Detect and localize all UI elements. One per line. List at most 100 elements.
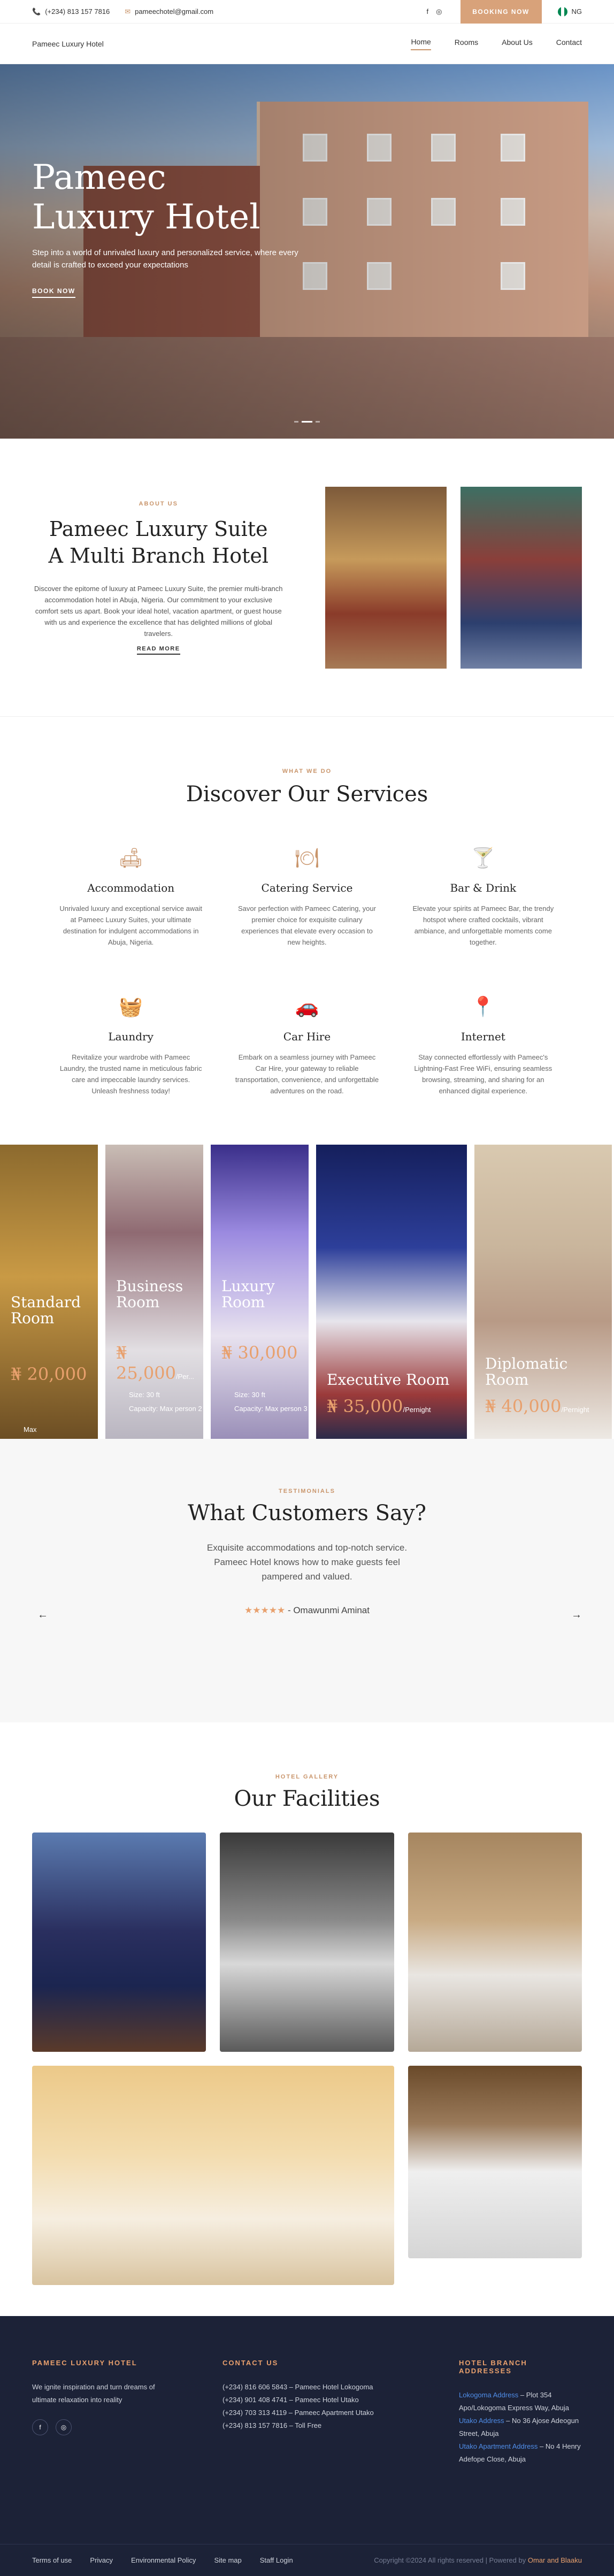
footer-brand-text: We ignite inspiration and turn dreams of… [32,2383,155,2404]
phone-link[interactable]: 📞 (+234) 813 157 7816 [32,7,110,16]
testimonial-quote: Exquisite accommodations and top-notch s… [206,1543,408,1582]
nav-about[interactable]: About Us [502,38,533,50]
facebook-icon[interactable]: f [32,2419,48,2435]
instagram-icon[interactable]: ◎ [56,2419,72,2435]
laundry-icon: 🧺 [119,995,143,1017]
email-link[interactable]: ✉ pameechotel@gmail.com [125,7,213,16]
service-card: 📍 Internet Stay connected effortlessly wit… [411,993,555,1097]
location-icon: 📍 [471,995,495,1017]
cocktail-icon: 🍸 [471,847,495,869]
about-section: ABOUT US Pameec Luxury Suite A Multi Bran… [0,439,614,717]
about-text: Discover the epitome of luxury at Pameec… [34,584,283,638]
room-card-executive[interactable]: Executive Room ₦ 35,000/Pernight [316,1145,467,1439]
read-more-link[interactable]: READ MORE [136,646,180,655]
privacy-link[interactable]: Privacy [90,2556,113,2564]
gallery-image[interactable] [408,2066,582,2258]
top-bar: 📞 (+234) 813 157 7816 ✉ pameechotel@gmail.… [0,0,614,24]
service-name: Accommodation [87,881,175,894]
nav-home[interactable]: Home [411,37,431,50]
footer-bottom: Terms of use Privacy Environmental Polic… [0,2544,614,2576]
service-name: Bar & Drink [450,881,517,894]
about-title: Pameec Luxury Suite A Multi Branch Hotel [48,517,268,568]
sofa-icon: 🛋 [118,847,143,869]
branch-link[interactable]: Utako Address [459,2417,504,2425]
gallery-image[interactable] [408,1833,582,2052]
environmental-policy-link[interactable]: Environmental Policy [131,2556,196,2564]
next-arrow-icon[interactable]: → [571,1609,582,1621]
footer-brand-title: PAMEEC LUXURY HOTEL [32,2359,137,2367]
branch-link[interactable]: Utako Apartment Address [459,2442,538,2450]
nigeria-flag-icon[interactable] [557,6,567,17]
gallery-image[interactable] [32,1833,206,2052]
nav-rooms[interactable]: Rooms [455,38,478,50]
car-icon: 🚗 [295,995,319,1017]
phone-icon: 📞 [32,7,41,16]
book-now-button[interactable]: BOOK NOW [32,287,75,298]
footer-phone[interactable]: (+234) 703 313 4119 – Pameec Apartment U… [222,2406,459,2419]
gallery-eyebrow: HOTEL GALLERY [275,1774,339,1780]
copyright: Copyright ©2024 All rights reserved | Po… [374,2556,582,2564]
footer-phone[interactable]: (+234) 813 157 7816 – Toll Free [222,2419,459,2432]
service-text: Elevate your spirits at Pameec Bar, the … [412,904,554,946]
footer-phone[interactable]: (+234) 901 408 4741 – Pameec Hotel Utako [222,2394,459,2406]
service-text: Unrivaled luxury and exceptional service… [59,904,202,946]
service-card: 🧺 Laundry Revitalize your wardrobe with Pa… [59,993,203,1097]
room-card-business[interactable]: Business Room ₦ 25,000/Per... Size: 30 ft… [105,1145,203,1439]
service-card: 🍽 Catering Service Savor perfection with P… [235,844,379,948]
language-selector[interactable]: NG [572,7,582,16]
footer-contact-title: CONTACT US [222,2359,279,2367]
branch-address: Utako Apartment Address – No 4 Henry Ade… [459,2442,581,2463]
footer: PAMEEC LUXURY HOTEL We ignite inspiratio… [0,2316,614,2576]
service-card: 🛋 Accommodation Unrivaled luxury and excep… [59,844,203,948]
service-text: Stay connected effortlessly with Pameec'… [414,1053,552,1095]
service-name: Catering Service [261,881,353,894]
main-nav: Pameec Luxury Hotel Home Rooms About Us … [0,24,614,64]
gallery-image[interactable] [220,1833,394,2052]
branch-address: Utako Address – No 36 Ajose Adeogun Stre… [459,2417,579,2437]
bar-photo [461,486,582,669]
instagram-icon[interactable]: ◎ [436,7,442,16]
staff-login-link[interactable]: Staff Login [260,2556,293,2564]
mail-icon: ✉ [125,7,131,16]
hero-text: Step into a world of unrivaled luxury an… [32,248,298,270]
room-card-diplomatic[interactable]: Diplomatic Room ₦ 40,000/Pernight [474,1145,612,1439]
testimonial-author: - Omawunmi Aminat [287,1605,370,1615]
dining-icon: 🍽 [295,847,319,869]
branch-link[interactable]: Lokogoma Address [459,2391,518,2399]
gallery-image[interactable] [32,2066,394,2285]
room-card-standard[interactable]: Standard Room ₦ 20,000 Max [0,1145,98,1439]
service-name: Car Hire [283,1030,331,1043]
service-name: Internet [461,1030,505,1043]
testimonials-section: TESTIMONIALS What Customers Say? Exquisi… [0,1439,614,1722]
slider-dots[interactable] [0,421,614,423]
service-card: 🍸 Bar & Drink Elevate your spirits at Pame… [411,844,555,948]
service-card: 🚗 Car Hire Embark on a seamless journey wi… [235,993,379,1097]
sitemap-link[interactable]: Site map [214,2556,241,2564]
about-eyebrow: ABOUT US [139,500,178,507]
footer-branch-title: HOTEL BRANCH ADDRESSES [459,2359,527,2375]
testimonials-title: What Customers Say? [188,1501,426,1525]
services-title: Discover Our Services [186,782,428,807]
footer-phone[interactable]: (+234) 816 606 5843 – Pameec Hotel Lokog… [222,2381,459,2394]
nav-contact[interactable]: Contact [556,38,582,50]
terms-link[interactable]: Terms of use [32,2556,72,2564]
testimonials-eyebrow: TESTIMONIALS [279,1488,335,1494]
service-text: Savor perfection with Pameec Catering, y… [238,904,376,946]
hero-title: Pameec Luxury Hotel [32,158,260,237]
services-eyebrow: WHAT WE DO [282,768,332,775]
gallery-section: HOTEL GALLERY Our Facilities [0,1722,614,2316]
service-text: Embark on a seamless journey with Pameec… [235,1053,379,1095]
booking-now-button[interactable]: BOOKING NOW [460,0,542,24]
service-text: Revitalize your wardrobe with Pameec Lau… [59,1053,202,1095]
rating-stars: ★★★★★ [244,1605,286,1615]
room-card-luxury[interactable]: Luxury Room ₦ 30,000 Size: 30 ft Capacity:… [211,1145,309,1439]
brand-logo[interactable]: Pameec Luxury Hotel [32,40,387,48]
gallery-title: Our Facilities [234,1787,380,1811]
facebook-icon[interactable]: f [427,7,429,16]
services-section: WHAT WE DO Discover Our Services 🛋 Accomm… [0,717,614,1145]
lounge-photo [325,486,447,669]
prev-arrow-icon[interactable]: ← [37,1609,48,1621]
branch-address: Lokogoma Address – Plot 354 Apo/Lokogoma… [459,2391,569,2412]
service-name: Laundry [108,1030,154,1043]
hero-slider: Pameec Luxury Hotel Step into a world of … [0,64,614,439]
